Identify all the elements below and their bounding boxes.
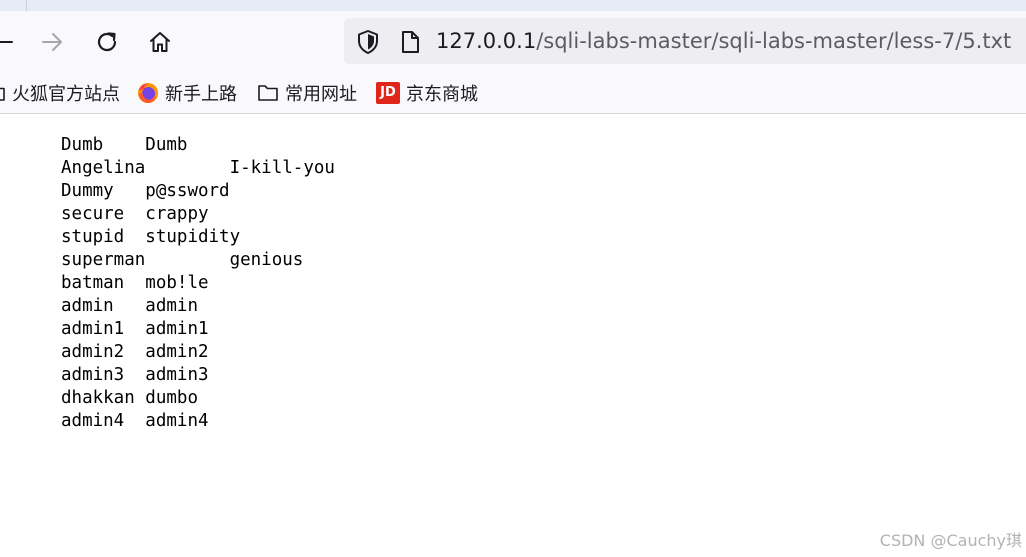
reload-icon <box>94 29 120 55</box>
document-line: Angelina I-kill-you <box>61 158 335 178</box>
document-line: Dummy p@ssword <box>61 181 230 201</box>
url-bar[interactable]: 127.0.0.1/sqli-labs-master/sqli-labs-mas… <box>344 18 1026 64</box>
document-line: stupid stupidity <box>61 227 241 247</box>
text-document: Dumb Dumb Angelina I-kill-you Dummy p@ss… <box>61 134 961 433</box>
bookmark-label: 常用网址 <box>285 84 357 105</box>
bookmark-jd-mall[interactable]: JD 京东商城 <box>376 81 478 105</box>
reload-button[interactable] <box>91 26 123 58</box>
jd-logo-text: JD <box>376 82 400 104</box>
back-arrow-icon <box>0 30 16 54</box>
document-line: admin1 admin1 <box>61 319 209 339</box>
forward-arrow-icon <box>39 29 65 55</box>
document-line: admin3 admin3 <box>61 365 209 385</box>
document-line: superman genious <box>61 250 304 270</box>
bookmarks-toolbar: 火狐官方站点 新手上路 常用网址 JD 京东商城 <box>0 73 1026 114</box>
bookmark-common-sites[interactable]: 常用网址 <box>257 81 357 105</box>
document-line: admin4 admin4 <box>61 411 209 431</box>
document-line: dhakkan dumbo <box>61 388 198 408</box>
bookmark-label: 新手上路 <box>165 84 237 105</box>
bookmark-firefox-official[interactable]: 火狐官方站点 <box>0 81 120 105</box>
document-line: admin admin <box>61 296 198 316</box>
home-button[interactable] <box>144 26 176 58</box>
jd-logo-icon: JD <box>376 82 400 104</box>
document-line: admin2 admin2 <box>61 342 209 362</box>
csdn-watermark: CSDN @Cauchy琪 <box>879 531 1022 550</box>
tab-strip <box>0 0 1026 11</box>
bookmark-label: 火狐官方站点 <box>12 84 120 105</box>
folder-icon <box>257 83 279 103</box>
back-button[interactable] <box>0 26 20 58</box>
bookmark-getting-started[interactable]: 新手上路 <box>137 81 237 105</box>
url-host: 127.0.0.1 <box>436 29 537 53</box>
document-line: secure crappy <box>61 204 209 224</box>
home-icon <box>147 29 173 55</box>
document-line: batman mob!le <box>61 273 209 293</box>
document-line: Dumb Dumb <box>61 135 188 155</box>
tracking-protection-shield-icon[interactable] <box>356 29 380 59</box>
url-path: /sqli-labs-master/sqli-labs-master/less-… <box>536 29 1012 53</box>
folder-icon <box>0 83 6 103</box>
navigation-toolbar: 127.0.0.1/sqli-labs-master/sqli-labs-mas… <box>0 11 1026 73</box>
firefox-logo-icon <box>137 82 159 104</box>
forward-button[interactable] <box>36 26 68 58</box>
bookmark-label: 京东商城 <box>406 84 478 105</box>
page-document-icon[interactable] <box>400 30 420 58</box>
tab-edge <box>26 0 27 11</box>
url-text[interactable]: 127.0.0.1/sqli-labs-master/sqli-labs-mas… <box>436 27 1011 55</box>
